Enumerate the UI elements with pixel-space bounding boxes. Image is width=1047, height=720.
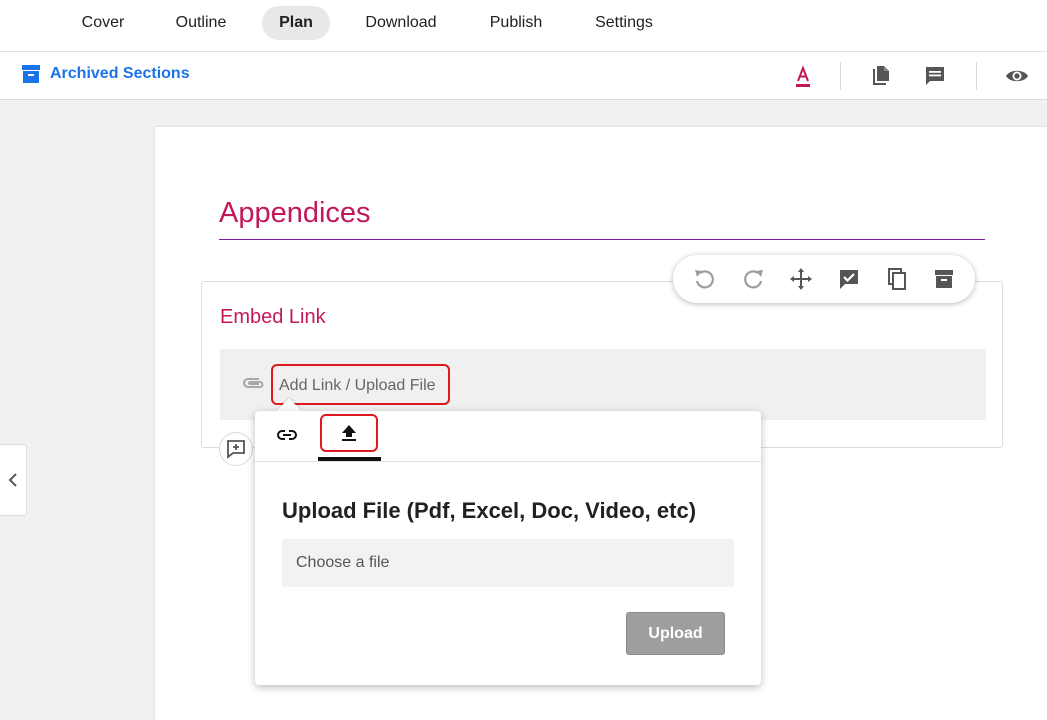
archived-sections-link[interactable]: Archived Sections [22,65,190,83]
archived-sections-label: Archived Sections [50,65,190,82]
upload-heading: Upload File (Pdf, Excel, Doc, Video, etc… [282,498,697,523]
tab-publish[interactable]: Publish [478,6,554,40]
copy-icon[interactable] [885,267,909,291]
tab-link[interactable] [267,417,307,453]
paperclip-icon [243,378,264,388]
toolbar-divider [840,62,841,90]
tab-cover[interactable]: Cover [68,6,138,40]
eye-icon[interactable] [1005,64,1029,88]
upload-button[interactable]: Upload [626,612,725,655]
archive-box-icon [22,65,40,83]
redo-icon[interactable] [742,267,766,291]
chevron-left-icon [8,473,17,487]
popover-tabs [255,411,761,462]
tab-settings[interactable]: Settings [582,6,666,40]
move-icon[interactable] [789,267,813,291]
choose-file-input[interactable]: Choose a file [282,539,734,587]
title-divider [219,239,985,240]
section-title[interactable]: Embed Link [220,306,326,329]
section-toolbar: Archived Sections [0,52,1047,100]
page-title[interactable]: Appendices [219,197,371,230]
active-tab-indicator [318,457,381,461]
top-navigation: Cover Outline Plan Download Publish Sett… [0,0,1047,52]
tab-outline[interactable]: Outline [164,6,238,40]
tab-plan[interactable]: Plan [262,6,330,40]
text-color-icon[interactable] [791,64,815,88]
tab-download[interactable]: Download [355,6,447,40]
link-icon [277,430,297,440]
sidebar-toggle-button[interactable] [0,444,27,516]
archive-icon[interactable] [932,267,956,291]
toolbar-divider [976,62,977,90]
add-comment-icon [227,440,245,459]
section-actions-toolbar [673,255,975,303]
link-upload-popover: Upload File (Pdf, Excel, Doc, Video, etc… [255,411,761,685]
add-comment-button[interactable] [219,432,253,466]
upload-icon [342,425,356,441]
tab-upload[interactable] [320,414,378,452]
comment-icon[interactable] [923,64,947,88]
document-icon[interactable] [869,64,893,88]
undo-icon[interactable] [692,267,716,291]
add-link-upload-file-button[interactable]: Add Link / Upload File [271,364,450,405]
approve-comment-icon[interactable] [837,267,861,291]
embed-link-box: Add Link / Upload File [220,349,986,420]
